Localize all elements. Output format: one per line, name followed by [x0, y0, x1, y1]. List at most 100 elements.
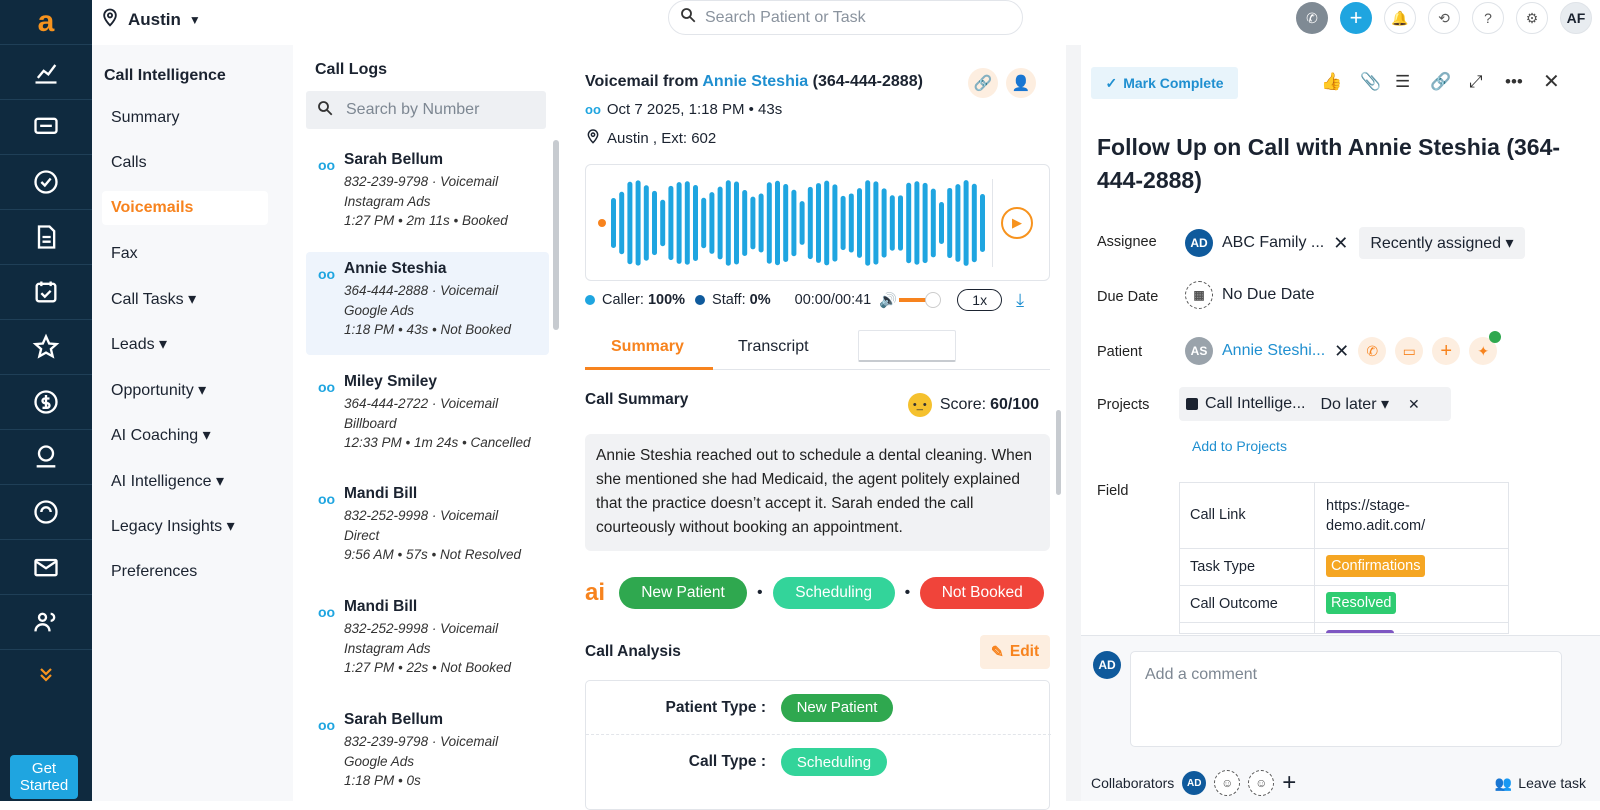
remove-patient-icon[interactable]: ✕ — [1334, 341, 1349, 362]
messages-icon[interactable] — [0, 100, 92, 155]
calendar-icon[interactable] — [0, 265, 92, 320]
nav-item-preferences[interactable]: Preferences — [102, 555, 268, 589]
edit-button[interactable]: ✎ Edit — [980, 635, 1050, 669]
reviews-icon[interactable] — [0, 320, 92, 375]
add-collaborator-icon[interactable]: ☺ — [1214, 770, 1241, 796]
call-patient-icon[interactable]: ✆ — [1358, 337, 1387, 365]
user-avatar[interactable]: AF — [1560, 2, 1592, 34]
call-phone-type: 364-444-2722 · Voicemail — [344, 396, 499, 411]
play-button[interactable]: ▶ — [1001, 207, 1033, 239]
audio-waveform[interactable]: ▶ — [585, 164, 1050, 281]
bell-icon[interactable]: 🔔 — [1384, 2, 1416, 34]
nav-item-calls[interactable]: Calls — [102, 146, 268, 180]
message-patient-icon[interactable]: ▭ — [1395, 337, 1424, 365]
add-to-projects-link[interactable]: Add to Projects — [1192, 438, 1287, 454]
search-icon — [316, 99, 334, 122]
caller-name-link[interactable]: Annie Steshia — [702, 73, 808, 90]
call-log-item[interactable]: oo Mandi Bill 832-252-9998 · Voicemail I… — [306, 590, 549, 693]
nav-item-voicemails[interactable]: Voicemails — [102, 191, 268, 225]
collaborators-label: Collaborators — [1091, 775, 1175, 791]
recently-assigned-dropdown[interactable]: Recently assigned ▾ — [1359, 227, 1525, 259]
call-log-item-selected[interactable]: oo Annie Steshia 364-444-2888 · Voicemai… — [306, 252, 549, 355]
field-value[interactable]: https://stage-demo.adit.com/ — [1326, 496, 1476, 536]
call-log-item[interactable]: oo Sarah Bellum 832-239-9798 · Voicemail… — [306, 703, 549, 806]
remove-assignee-icon[interactable]: ✕ — [1333, 233, 1348, 254]
more-icon[interactable]: ••• — [1505, 72, 1523, 92]
forms-icon[interactable] — [0, 210, 92, 265]
comment-input[interactable]: Add a comment — [1130, 651, 1562, 747]
financing-icon[interactable] — [0, 430, 92, 485]
nav-item-ai-coaching[interactable]: AI Coaching ▾ — [102, 418, 268, 452]
wave-bar — [701, 197, 707, 249]
assignee-field[interactable]: AD ABC Family ... ✕ Recently assigned ▾ — [1185, 227, 1525, 259]
expand-chevron-icon[interactable] — [0, 650, 92, 700]
voicemail-icon: oo — [318, 266, 336, 282]
caller-name: Sarah Bellum — [344, 151, 444, 168]
add-icon[interactable]: + — [1340, 2, 1372, 34]
users-icon[interactable] — [0, 595, 92, 650]
call-log-item[interactable]: oo Sarah Bellum 832-239-9798 · Voicemail… — [306, 143, 549, 246]
user-icon[interactable]: 👤 — [1006, 68, 1036, 98]
download-icon[interactable]: ⤓ — [1016, 290, 1024, 311]
call-phone-type: 832-252-9998 · Voicemail — [344, 508, 499, 523]
campaign-icon[interactable]: ✦ — [1469, 331, 1502, 365]
thumbs-up-icon[interactable]: 👍 — [1321, 72, 1342, 92]
nav-item-call-tasks[interactable]: Call Tasks ▾ — [102, 282, 268, 316]
payments-icon[interactable] — [0, 375, 92, 430]
location-name: Austin — [128, 9, 181, 29]
wave-bar — [963, 180, 969, 266]
get-started-button[interactable]: Get Started — [10, 755, 78, 799]
tab-empty[interactable] — [858, 330, 956, 362]
wave-bar — [684, 181, 690, 265]
field-row: Call Link https://stage-demo.adit.com/ — [1180, 483, 1508, 549]
expand-icon[interactable]: ⤢ — [1469, 72, 1483, 92]
due-date-field[interactable]: ▦ No Due Date — [1185, 281, 1315, 309]
billing-icon[interactable] — [0, 485, 92, 540]
leave-task-button[interactable]: 👥 Leave task — [1495, 775, 1586, 792]
call-log-item[interactable]: oo Miley Smiley 364-444-2722 · Voicemail… — [306, 365, 549, 468]
link-icon[interactable]: 🔗 — [968, 68, 998, 98]
wave-bar — [611, 198, 616, 248]
volume-slider[interactable] — [899, 292, 942, 308]
add-icon[interactable]: + — [1432, 337, 1461, 365]
number-search-input[interactable]: Search by Number — [306, 91, 546, 129]
analytics-icon[interactable] — [0, 45, 92, 100]
nav-item-summary[interactable]: Summary — [102, 101, 268, 135]
add-icon[interactable]: + — [1282, 769, 1296, 797]
tasks-icon[interactable] — [0, 155, 92, 210]
attachment-icon[interactable]: 📎 — [1360, 72, 1381, 92]
caller-name: Sarah Bellum — [344, 711, 444, 728]
sync-icon[interactable]: ⟲ — [1428, 2, 1460, 34]
gear-icon[interactable]: ⚙ — [1516, 2, 1548, 34]
phone-icon[interactable]: ✆ — [1296, 2, 1328, 34]
speed-button[interactable]: 1x — [957, 289, 1003, 311]
tab-summary[interactable]: Summary — [611, 338, 684, 356]
list-add-icon[interactable]: ☰ — [1395, 72, 1410, 92]
detail-scrollbar[interactable] — [1056, 410, 1061, 495]
nav-item-ai-intelligence[interactable]: AI Intelligence ▾ — [102, 464, 268, 498]
nav-item-legacy-insights[interactable]: Legacy Insights ▾ — [102, 509, 268, 543]
global-search-input[interactable]: Search Patient or Task — [668, 0, 1023, 35]
project-status-dropdown[interactable]: Do later ▾ — [1321, 394, 1390, 414]
volume-icon[interactable]: 🔊 — [879, 292, 897, 309]
nav-item-fax[interactable]: Fax — [102, 237, 268, 271]
help-icon[interactable]: ? — [1472, 2, 1504, 34]
nav-item-leads[interactable]: Leads ▾ — [102, 327, 268, 361]
location-selector[interactable]: Austin ▼ — [100, 6, 201, 33]
tab-transcript[interactable]: Transcript — [738, 338, 809, 356]
call-time-status: 1:18 PM • 43s • Not Booked — [344, 322, 512, 337]
mail-icon[interactable] — [0, 540, 92, 595]
nav-item-opportunity[interactable]: Opportunity ▾ — [102, 373, 268, 407]
call-location: Austin , Ext: 602 — [607, 129, 717, 147]
caller-name: Mandi Bill — [344, 485, 418, 502]
link-icon[interactable]: 🔗 — [1430, 72, 1451, 92]
remove-project-icon[interactable]: ✕ — [1408, 396, 1420, 413]
mark-complete-button[interactable]: ✓ Mark Complete — [1091, 67, 1238, 99]
add-collaborator-icon[interactable]: ☺ — [1248, 770, 1275, 796]
close-icon[interactable]: ✕ — [1543, 69, 1560, 94]
patient-name-link[interactable]: Annie Steshi... — [1222, 342, 1325, 360]
call-logs-scrollbar[interactable] — [553, 140, 559, 330]
wave-bar — [947, 187, 953, 259]
app-logo[interactable]: a — [0, 0, 92, 45]
call-log-item[interactable]: oo Mandi Bill 832-252-9998 · Voicemail D… — [306, 477, 549, 580]
